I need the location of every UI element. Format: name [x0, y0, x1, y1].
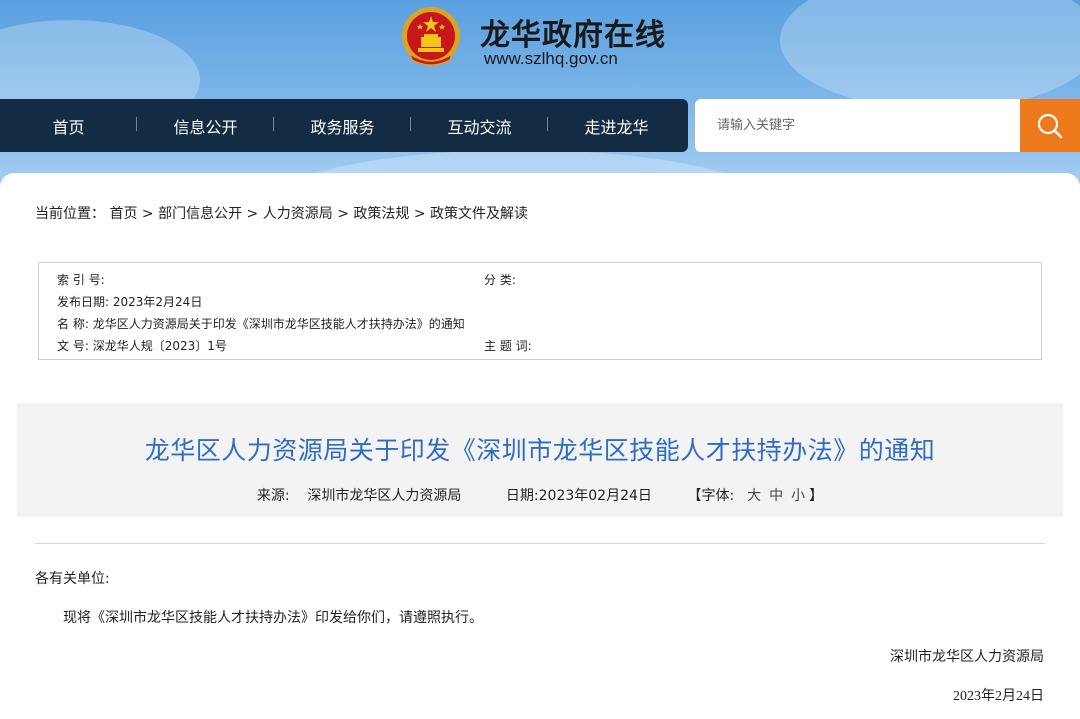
meta-name: 名 称: 龙华区人力资源局关于印发《深圳市龙华区技能人才扶持办法》的通知: [57, 315, 465, 332]
article-salutation: 各有关单位:: [35, 571, 110, 587]
search-input[interactable]: [717, 118, 1007, 133]
meta-publish-date-label: 发布日期:: [57, 295, 110, 309]
search-box: [695, 99, 1021, 152]
cloud-decoration: [780, 0, 1080, 110]
national-emblem-icon: [402, 7, 460, 66]
article-title: 龙华区人力资源局关于印发《深圳市龙华区技能人才扶持办法》的通知: [144, 436, 936, 465]
breadcrumb-separator: >: [337, 206, 349, 222]
main-content: 当前位置： 首页 > 部门信息公开 > 人力资源局 > 政策法规 > 政策文件及…: [0, 173, 1080, 719]
meta-doc-number-value: 深龙华人规〔2023〕1号: [92, 339, 227, 353]
meta-category: 分 类:: [484, 271, 516, 288]
font-size-small-button[interactable]: 小: [791, 488, 805, 504]
search-button[interactable]: [1020, 99, 1080, 152]
nav-item-government-services[interactable]: 政务服务: [274, 114, 411, 138]
meta-subject: 主 题 词:: [484, 337, 532, 354]
search-icon: [1037, 113, 1063, 138]
content-divider: [35, 543, 1045, 544]
breadcrumb-item-home[interactable]: 首页: [109, 206, 137, 222]
meta-category-label: 分 类:: [484, 273, 516, 287]
breadcrumb-item-hr-bureau[interactable]: 人力资源局: [263, 206, 333, 222]
meta-subject-label: 主 题 词:: [484, 339, 532, 353]
meta-index: 索 引 号:: [57, 271, 105, 288]
font-size-label: 【字体:: [687, 488, 735, 504]
site-brand[interactable]: 龙华政府在线 www.szlhq.gov.cn: [400, 4, 700, 74]
source-label: 来源:: [256, 488, 290, 504]
breadcrumb-separator: >: [246, 206, 259, 222]
meta-name-value: 龙华区人力资源局关于印发《深圳市龙华区技能人才扶持办法》的通知: [92, 317, 465, 331]
meta-name-label: 名 称:: [57, 317, 89, 331]
date-value: 2023年02月24日: [538, 488, 652, 504]
document-meta-box: 索 引 号: 分 类: 发布日期: 2023年2月24日 名 称: 龙华区人力资…: [38, 262, 1042, 360]
meta-publish-date-value: 2023年2月24日: [112, 295, 203, 309]
meta-doc-number: 文 号: 深龙华人规〔2023〕1号: [57, 337, 227, 354]
main-nav: 首页 信息公开 政务服务 互动交流 走进龙华: [0, 99, 688, 152]
meta-doc-number-label: 文 号:: [57, 339, 89, 353]
site-title: 龙华政府在线: [480, 18, 666, 53]
nav-item-interaction[interactable]: 互动交流: [411, 114, 548, 138]
meta-publish-date: 发布日期: 2023年2月24日: [57, 293, 202, 310]
date-label: 日期:: [505, 488, 539, 504]
source-value: 深圳市龙华区人力资源局: [307, 488, 462, 504]
breadcrumb-item-policy-regulations[interactable]: 政策法规: [353, 206, 409, 222]
nav-item-about-longhua[interactable]: 走进龙华: [548, 114, 685, 138]
article-body: 现将《深圳市龙华区技能人才扶持办法》印发给你们，请遵照执行。: [63, 610, 483, 626]
article-signoff-date: 2023年2月24日: [953, 689, 1044, 704]
font-size-close: 】: [809, 488, 824, 504]
nav-item-info-disclosure[interactable]: 信息公开: [137, 114, 274, 138]
breadcrumb: 当前位置： 首页 > 部门信息公开 > 人力资源局 > 政策法规 > 政策文件及…: [35, 203, 528, 223]
breadcrumb-item-policy-docs[interactable]: 政策文件及解读: [430, 206, 528, 222]
article-info: 来源: 深圳市龙华区人力资源局 日期:2023年02月24日 【字体: 大中小】: [17, 485, 1063, 505]
font-size-medium-button[interactable]: 中: [769, 488, 783, 504]
breadcrumb-item-dept-info[interactable]: 部门信息公开: [158, 206, 242, 222]
breadcrumb-prefix: 当前位置：: [35, 206, 105, 222]
breadcrumb-separator: >: [413, 206, 426, 222]
nav-item-home[interactable]: 首页: [0, 114, 137, 138]
breadcrumb-separator: >: [141, 206, 154, 222]
font-size-large-button[interactable]: 大: [747, 488, 761, 504]
meta-index-label: 索 引 号:: [57, 273, 105, 287]
site-url: www.szlhq.gov.cn: [484, 49, 618, 68]
article-title-band: 龙华区人力资源局关于印发《深圳市龙华区技能人才扶持办法》的通知 来源: 深圳市龙…: [17, 403, 1063, 517]
article-signoff: 深圳市龙华区人力资源局: [890, 649, 1044, 665]
